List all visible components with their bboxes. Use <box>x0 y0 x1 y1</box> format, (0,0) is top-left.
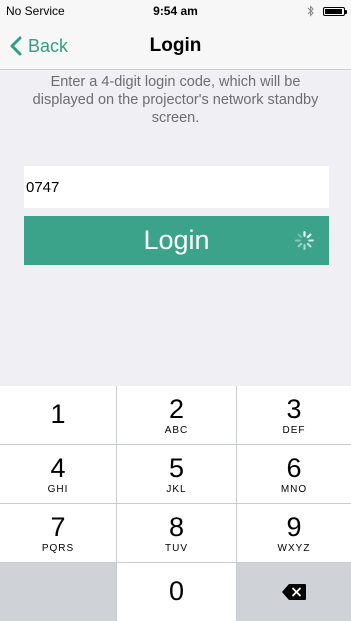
key-9[interactable]: 9 WXYZ <box>237 504 351 563</box>
key-digit: 8 <box>168 512 185 542</box>
back-button[interactable]: Back <box>10 22 68 70</box>
nav-bar: Back Login <box>0 22 351 70</box>
key-blank <box>0 563 117 621</box>
instructions-text: Enter a 4-digit login code, which will b… <box>32 74 319 126</box>
bluetooth-icon <box>307 5 314 17</box>
key-7[interactable]: 7 PQRS <box>0 504 117 563</box>
status-time: 9:54 am <box>153 4 198 18</box>
key-letters: JKL <box>166 484 187 495</box>
key-5[interactable]: 5 JKL <box>117 445 237 504</box>
login-button-label: Login <box>143 225 210 255</box>
key-digit: 5 <box>168 453 185 483</box>
key-digit: 1 <box>50 399 66 429</box>
key-8[interactable]: 8 TUV <box>117 504 237 563</box>
key-letters: MNO <box>280 484 308 495</box>
login-code-input[interactable] <box>24 166 329 208</box>
key-digit: 6 <box>286 453 302 483</box>
key-6[interactable]: 6 MNO <box>237 445 351 504</box>
status-icons <box>307 4 347 18</box>
spinner-icon <box>295 231 314 250</box>
back-label: Back <box>28 35 69 56</box>
key-2[interactable]: 2 ABC <box>117 386 237 445</box>
key-digit: 3 <box>286 394 302 424</box>
login-screen: No Service 9:54 am Back Login Enter a 4-… <box>0 0 351 621</box>
key-0[interactable]: 0 <box>117 563 237 621</box>
key-digit: 2 <box>168 394 185 424</box>
key-letters: WXYZ <box>277 543 311 554</box>
key-letters: DEF <box>282 425 306 436</box>
key-3[interactable]: 3 DEF <box>237 386 351 445</box>
key-letters: PQRS <box>41 543 75 554</box>
status-bar: No Service 9:54 am <box>0 0 351 22</box>
key-digit: 9 <box>286 512 302 542</box>
battery-icon <box>323 6 347 16</box>
delete-key[interactable] <box>237 563 351 621</box>
login-button[interactable]: Login <box>24 216 329 265</box>
key-letters: TUV <box>165 543 188 554</box>
key-digit: 0 <box>168 576 185 606</box>
key-digit: 7 <box>50 512 66 542</box>
key-letters: ABC <box>164 425 189 436</box>
chevron-left-icon <box>10 36 22 56</box>
key-letters: GHI <box>47 484 69 495</box>
key-digit: 4 <box>50 453 66 483</box>
backspace-icon <box>282 584 306 600</box>
numeric-keypad: 1 2 ABC 3 DEF 4 GHI 5 JKL 6 MNO 7 PQRS 8… <box>0 386 351 621</box>
key-1[interactable]: 1 <box>0 386 117 445</box>
key-4[interactable]: 4 GHI <box>0 445 117 504</box>
